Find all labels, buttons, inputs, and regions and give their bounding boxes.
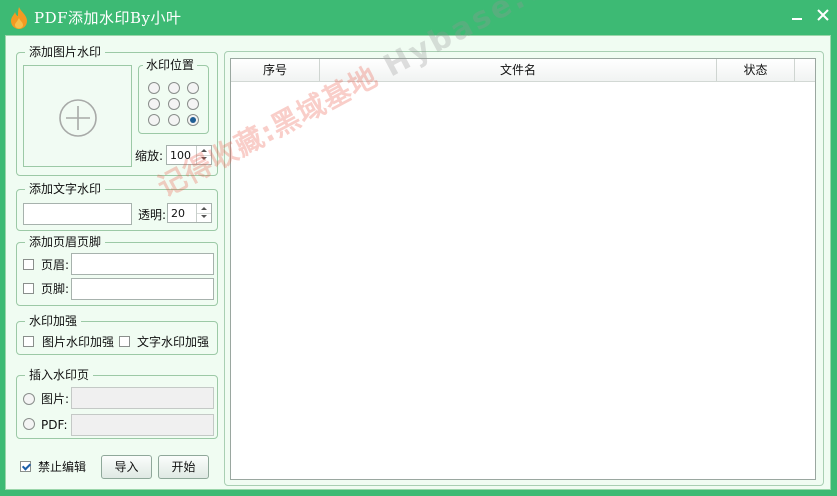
insert-pdf-label: PDF: (41, 418, 68, 432)
position-top-right[interactable] (187, 82, 199, 94)
position-middle-center[interactable] (168, 98, 180, 110)
position-bottom-center[interactable] (168, 114, 180, 126)
image-enhance-label: 图片水印加强 (42, 335, 115, 349)
title-bar: PDF添加水印By小叶 (0, 0, 837, 34)
insert-image-label: 图片: (41, 392, 70, 406)
image-enhance-checkbox[interactable] (23, 336, 34, 347)
opacity-down-arrow-icon[interactable] (197, 213, 211, 222)
footer-checkbox[interactable] (23, 283, 34, 294)
column-header-index[interactable]: 序号 (231, 59, 320, 81)
position-bottom-right[interactable] (187, 114, 199, 126)
column-header-status[interactable]: 状态 (717, 59, 795, 81)
file-list-header: 序号 文件名 状态 (231, 59, 815, 82)
insert-image-radio[interactable] (23, 393, 35, 405)
text-enhance-label: 文字水印加强 (137, 335, 210, 349)
flame-icon (11, 7, 27, 29)
window-title: PDF添加水印By小叶 (34, 9, 182, 27)
watermark-text-input[interactable] (23, 203, 132, 225)
header-footer-legend: 添加页眉页脚 (25, 235, 106, 249)
file-list-grid[interactable]: 序号 文件名 状态 (230, 58, 816, 480)
import-button[interactable]: 导入 (101, 455, 152, 479)
insert-page-legend: 插入水印页 (25, 368, 94, 382)
scale-spinner[interactable]: 100 (166, 145, 212, 165)
disable-edit-label: 禁止编辑 (38, 460, 87, 474)
enhance-legend: 水印加强 (25, 314, 82, 328)
position-top-center[interactable] (168, 82, 180, 94)
scale-spin-buttons (196, 146, 211, 164)
disable-edit-checkbox[interactable] (20, 461, 31, 472)
position-bottom-left[interactable] (148, 114, 160, 126)
position-middle-right[interactable] (187, 98, 199, 110)
scale-value: 100 (170, 149, 191, 162)
column-header-filename[interactable]: 文件名 (320, 59, 717, 81)
opacity-spinner[interactable]: 20 (167, 203, 212, 223)
position-top-left[interactable] (148, 82, 160, 94)
opacity-label: 透明: (138, 208, 167, 222)
opacity-spin-buttons (196, 204, 211, 222)
insert-pdf-radio[interactable] (23, 418, 35, 430)
text-enhance-checkbox[interactable] (119, 336, 130, 347)
header-input[interactable] (71, 253, 214, 275)
plus-circle-icon (59, 99, 97, 137)
scale-label: 缩放: (135, 149, 164, 163)
footer-input[interactable] (71, 278, 214, 300)
scale-down-arrow-icon[interactable] (197, 155, 211, 164)
footer-label: 页脚: (41, 282, 70, 296)
watermark-position-legend: 水印位置 (143, 58, 198, 72)
header-checkbox[interactable] (23, 259, 34, 270)
opacity-value: 20 (171, 207, 185, 220)
text-watermark-legend: 添加文字水印 (25, 182, 106, 196)
position-middle-left[interactable] (148, 98, 160, 110)
image-watermark-legend: 添加图片水印 (25, 45, 106, 59)
minimize-button[interactable] (788, 6, 806, 24)
start-button[interactable]: 开始 (158, 455, 209, 479)
insert-image-input[interactable] (71, 387, 214, 409)
image-drop-area[interactable] (23, 65, 132, 167)
header-label: 页眉: (41, 258, 70, 272)
insert-pdf-input[interactable] (71, 414, 214, 436)
close-button[interactable] (814, 6, 832, 24)
